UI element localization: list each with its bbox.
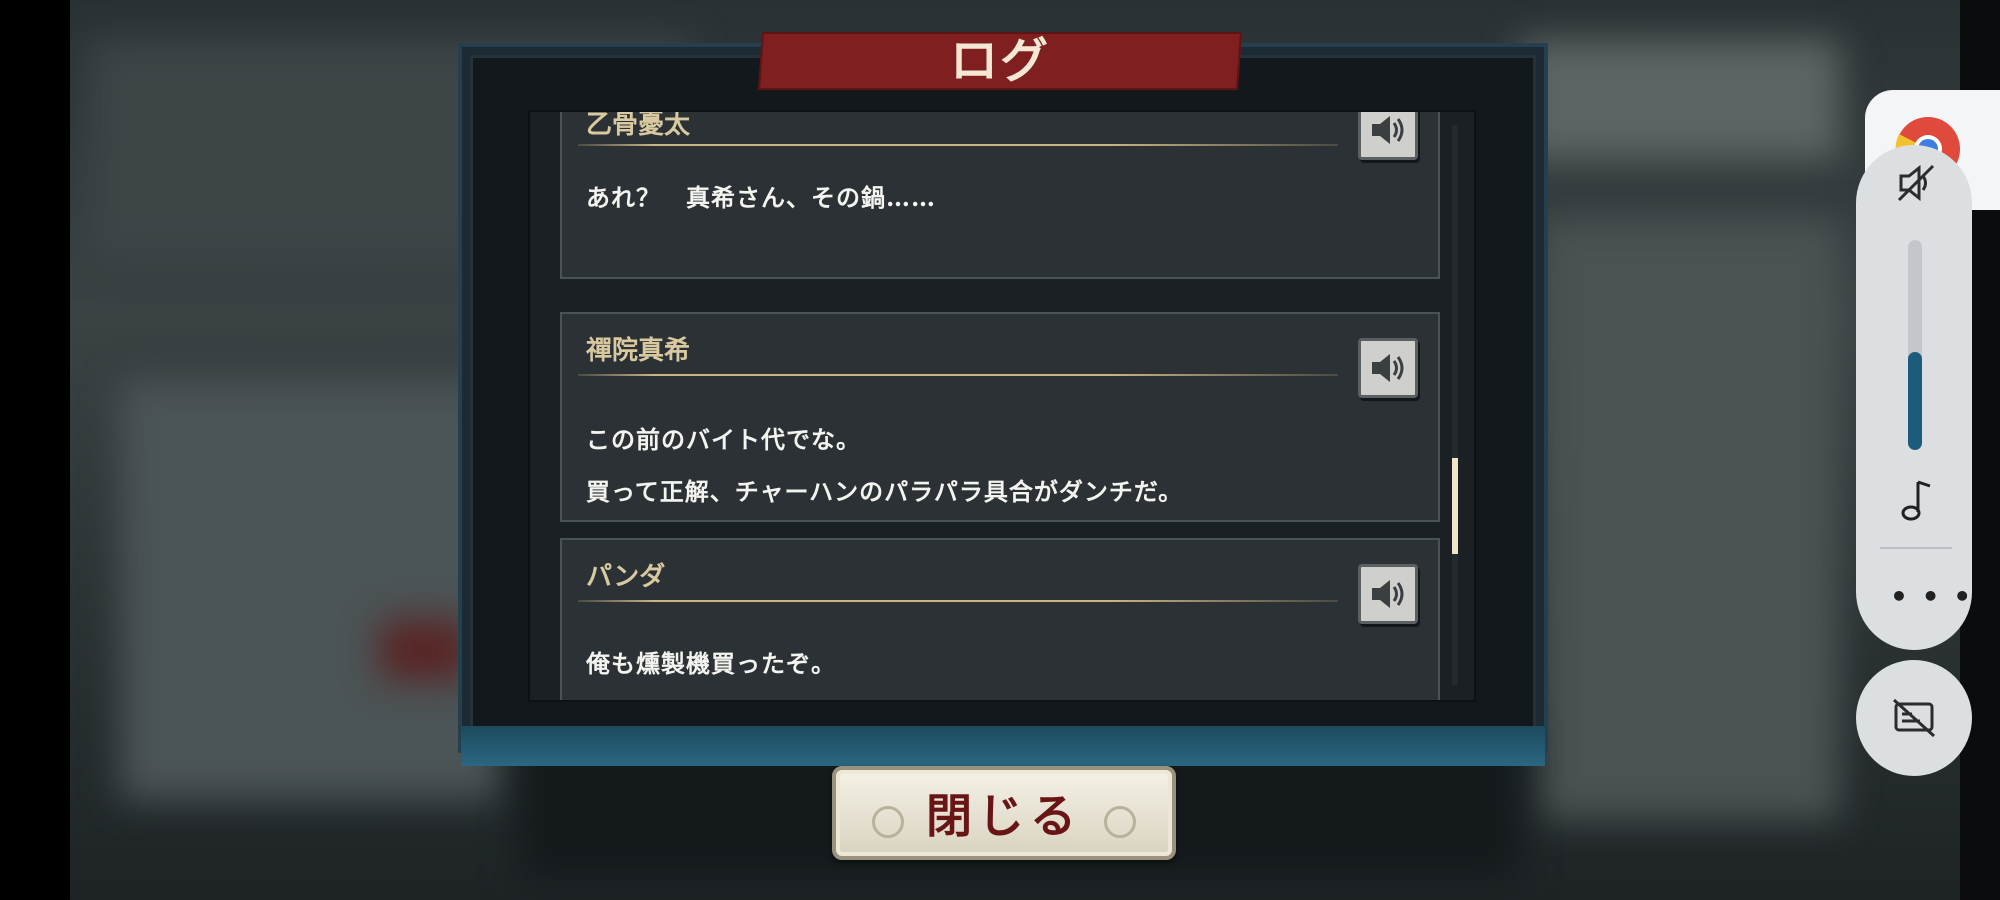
more-dots-icon[interactable]: • • • (1890, 580, 1973, 613)
dialogue-line: 俺も燻製機買ったぞ。 (586, 649, 836, 678)
left-black-edge (0, 0, 70, 900)
ornament-right (1104, 806, 1136, 838)
dialog-title: ログ (949, 33, 1050, 89)
speaker-name: パンダ (586, 562, 666, 592)
speaker-name: 乙骨憂太 (586, 110, 691, 140)
close-button-label: 閉じる (926, 789, 1082, 843)
log-entry: 乙骨憂太 あれ？ 真希さん、その鍋…… (560, 110, 1440, 279)
voice-replay-button[interactable] (1358, 564, 1418, 624)
captions-off-icon (1892, 698, 1936, 738)
ornament-left (872, 806, 904, 838)
close-button[interactable]: 閉じる (832, 766, 1176, 860)
speaker-icon (1372, 354, 1404, 382)
voice-replay-button[interactable] (1358, 112, 1418, 160)
media-stream-button[interactable] (1898, 478, 1934, 526)
dialogue-line: この前のバイト代でな。 (586, 425, 861, 454)
speaker-name: 禪院真希 (586, 336, 691, 366)
music-note-icon (1901, 480, 1931, 521)
live-caption-button[interactable] (1856, 660, 1972, 776)
dialogue-line: 買って正解、チャーハンのパラパラ具合がダンチだ。 (586, 477, 1184, 506)
name-divider (578, 144, 1338, 146)
frame-teal-trim (461, 726, 1545, 766)
scrollbar-thumb[interactable] (1452, 458, 1458, 554)
dialogue-line: あれ？ 真希さん、その鍋…… (586, 183, 936, 212)
voice-replay-button[interactable] (1358, 338, 1418, 398)
scrollbar-track[interactable] (1452, 125, 1458, 685)
log-list[interactable]: 乙骨憂太 あれ？ 真希さん、その鍋…… 禪院真希 この前のバイト代でな。 買って… (528, 110, 1476, 702)
speaker-muted-icon (1897, 164, 1935, 202)
name-divider (578, 374, 1338, 376)
log-entry: パンダ 俺も燻製機買ったぞ。 (560, 538, 1440, 700)
volume-level-fill (1908, 352, 1922, 450)
panel-divider (1880, 547, 1952, 549)
log-entry: 禪院真希 この前のバイト代でな。 買って正解、チャーハンのパラパラ具合がダンチだ… (560, 312, 1440, 522)
name-divider (578, 600, 1338, 602)
media-mute-button[interactable] (1893, 160, 1939, 210)
speaker-icon (1372, 580, 1404, 608)
speaker-icon (1372, 116, 1404, 144)
